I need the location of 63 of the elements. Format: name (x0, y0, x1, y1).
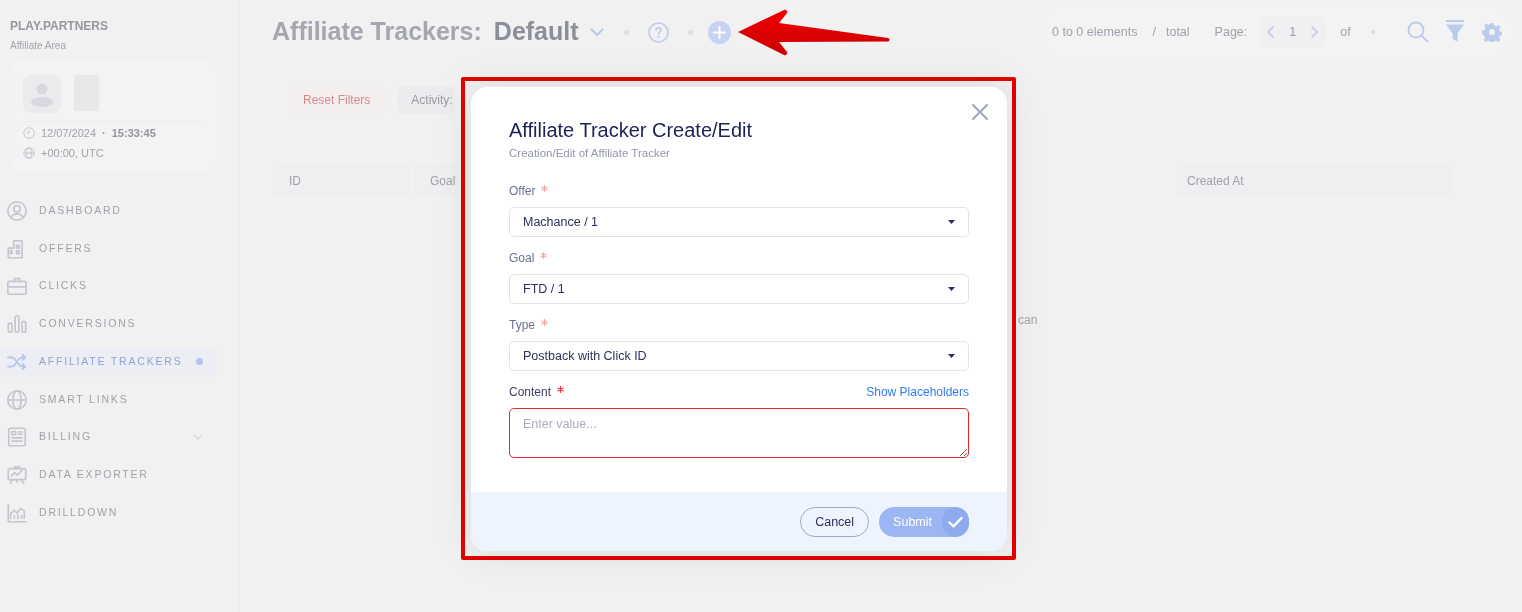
time-text: 15:33:45 (111, 125, 156, 141)
empty-state-text: can (1018, 312, 1039, 328)
nav-item[interactable]: CLICKS (0, 271, 217, 302)
date-text: 12/07/2024 (41, 125, 97, 141)
globe-icon (6, 388, 28, 411)
field-label: Goal (509, 250, 535, 266)
clock-icon (23, 127, 35, 139)
caret-icon (948, 287, 955, 291)
caret-icon (948, 354, 955, 358)
chevron-down-icon (193, 434, 203, 441)
total-text: total (1165, 23, 1190, 41)
input-field[interactable]: Enter value... (509, 408, 969, 458)
range-text: 0 to 0 elements (1052, 23, 1138, 41)
help-icon[interactable] (647, 21, 669, 43)
nav-item[interactable]: AFFILIATE TRACKERS (0, 346, 217, 377)
modal-subtitle: Creation/Edit of Affiliate Tracker (509, 146, 671, 161)
show-placeholders-link[interactable]: Show Placeholders (866, 384, 969, 400)
chevron-down-icon[interactable] (589, 27, 604, 37)
bar-chart-icon (6, 313, 28, 335)
presentation-board-icon (6, 464, 28, 486)
of-text: of (1340, 23, 1351, 41)
filter-button[interactable]: Activity: (397, 86, 455, 114)
check-icon (942, 507, 969, 537)
close-icon (972, 104, 988, 120)
select-field[interactable]: FTD / 1 (509, 274, 969, 304)
globe-icon (23, 147, 35, 159)
field-label: Type (509, 317, 535, 333)
select-field[interactable]: Postback with Click ID (509, 341, 969, 371)
chevron-left-icon[interactable] (1267, 26, 1275, 38)
briefcase-icon (6, 275, 28, 298)
user-circle-icon (6, 199, 28, 222)
nav-item[interactable]: DRILLDOWN (0, 497, 217, 528)
field-label: Offer (509, 183, 536, 199)
close-button[interactable] (971, 103, 989, 121)
add-icon[interactable] (707, 20, 731, 44)
select-field[interactable]: Machance / 1 (509, 207, 969, 237)
nav-item[interactable]: DASHBOARD (0, 195, 217, 226)
line-chart-icon (6, 501, 28, 524)
nav-item[interactable]: DATA EXPORTER (0, 460, 217, 490)
settings-icon[interactable] (1482, 22, 1502, 42)
page-label: Page: (1214, 23, 1248, 41)
avatar-icon (23, 75, 61, 113)
nav-item[interactable]: SMART LINKS (0, 384, 217, 415)
document-icon (6, 426, 28, 449)
page-title: Affiliate Trackers: (272, 16, 482, 48)
active-dot-icon (196, 358, 203, 366)
nav-item[interactable]: OFFERS (0, 233, 217, 264)
reset-filters-button[interactable]: Reset Filters (288, 86, 386, 114)
nav-item[interactable]: BILLING (0, 422, 217, 453)
modal-title: Affiliate Tracker Create/Edit (509, 118, 754, 143)
caret-icon (948, 220, 955, 224)
separator-text: / (1152, 23, 1156, 41)
filter-icon[interactable] (1445, 20, 1465, 44)
nav-item[interactable]: CONVERSIONS (0, 309, 217, 339)
timezone-text: +00:00, UTC (41, 145, 104, 161)
page-number: 1 (1289, 23, 1297, 41)
chevron-right-icon[interactable] (1311, 26, 1319, 38)
separator-text: · (102, 125, 106, 141)
search-icon[interactable] (1407, 21, 1429, 43)
field-label: Content (509, 384, 552, 400)
brand-name: PLAY.PARTNERS (10, 19, 110, 33)
view-selector[interactable]: Default (493, 13, 579, 51)
brand-subtitle: Affiliate Area (10, 40, 67, 52)
